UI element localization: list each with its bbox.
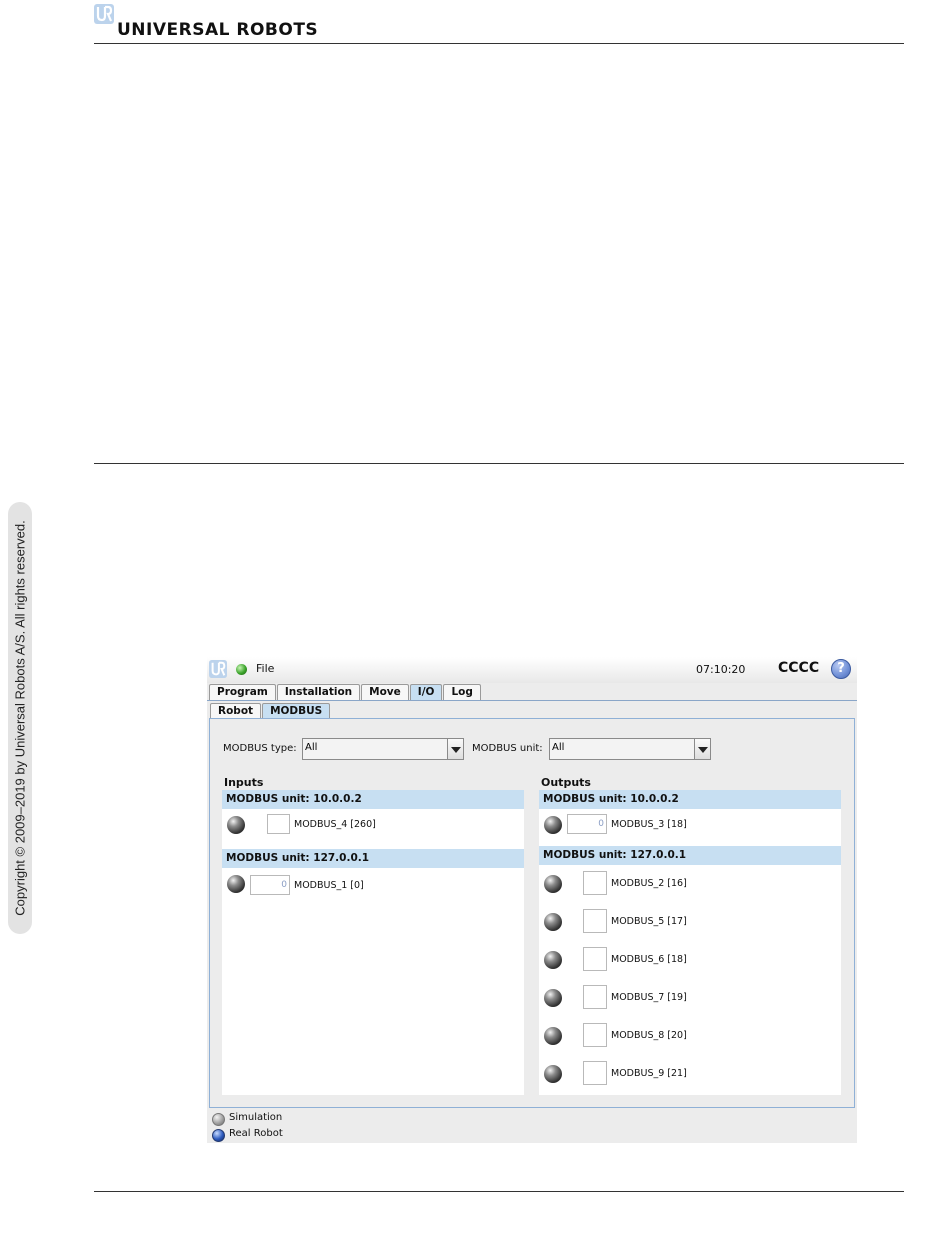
simulation-label: Simulation bbox=[229, 1112, 283, 1123]
output-led-icon[interactable] bbox=[544, 951, 562, 969]
header-rule bbox=[94, 43, 904, 44]
output-value-field[interactable] bbox=[583, 985, 607, 1009]
tab-divider bbox=[207, 700, 857, 701]
simulation-radio-icon[interactable] bbox=[212, 1113, 225, 1126]
tab-modbus[interactable]: MODBUS bbox=[262, 703, 331, 719]
output-led-icon[interactable] bbox=[544, 1065, 562, 1083]
real-robot-label: Real Robot bbox=[229, 1128, 283, 1139]
copyright-tab: Copyright © 2009–2019 by Universal Robot… bbox=[8, 502, 32, 934]
output-value-field[interactable]: 0 bbox=[567, 814, 607, 834]
output-signal-row: MODBUS_2 [16] bbox=[539, 869, 841, 895]
output-led-icon[interactable] bbox=[544, 816, 562, 834]
input-signal-label: MODBUS_1 [0] bbox=[294, 880, 364, 891]
output-led-icon[interactable] bbox=[544, 913, 562, 931]
output-signal-label: MODBUS_2 [16] bbox=[611, 878, 687, 889]
chevron-down-icon[interactable] bbox=[694, 739, 710, 759]
main-tab-bar: Program Installation Move I/O Log bbox=[209, 684, 482, 701]
clock: 07:10:20 bbox=[696, 663, 746, 676]
modbus-unit-value: All bbox=[552, 742, 565, 753]
output-signal-row: 0 MODBUS_3 [18] bbox=[539, 812, 841, 838]
inputs-title: Inputs bbox=[224, 776, 264, 789]
outputs-list: MODBUS unit: 10.0.0.2 0 MODBUS_3 [18] MO… bbox=[539, 790, 841, 1095]
output-signal-label: MODBUS_8 [20] bbox=[611, 1030, 687, 1041]
ur-logo-icon bbox=[209, 660, 227, 678]
input-led-icon bbox=[227, 875, 245, 893]
output-signal-label: MODBUS_7 [19] bbox=[611, 992, 687, 1003]
output-led-icon[interactable] bbox=[544, 1027, 562, 1045]
output-signal-label: MODBUS_5 [17] bbox=[611, 916, 687, 927]
chevron-down-icon[interactable] bbox=[447, 739, 463, 759]
modbus-unit-select[interactable]: All bbox=[549, 738, 711, 760]
output-signal-row: MODBUS_9 [21] bbox=[539, 1059, 841, 1085]
output-signal-label: MODBUS_6 [18] bbox=[611, 954, 687, 965]
modbus-unit-label: MODBUS unit: bbox=[472, 743, 543, 754]
output-unit-header: MODBUS unit: 127.0.0.1 bbox=[539, 846, 841, 865]
robot-status-icon bbox=[236, 664, 247, 675]
footer-rule bbox=[94, 1191, 904, 1192]
output-signal-row: MODBUS_6 [18] bbox=[539, 945, 841, 971]
input-unit-header: MODBUS unit: 127.0.0.1 bbox=[222, 849, 524, 868]
output-signal-row: MODBUS_8 [20] bbox=[539, 1021, 841, 1047]
modbus-type-label: MODBUS type: bbox=[223, 743, 297, 754]
section-rule bbox=[94, 463, 904, 464]
file-menu[interactable]: File bbox=[256, 662, 274, 675]
input-signal-row: MODBUS_4 [260] bbox=[222, 812, 524, 838]
output-value-field[interactable] bbox=[583, 947, 607, 971]
polyscope-window: File 07:10:20 CCCC ? Program Installatio… bbox=[207, 657, 857, 1143]
output-signal-label: MODBUS_3 [18] bbox=[611, 819, 687, 830]
input-value-field[interactable] bbox=[267, 814, 290, 834]
output-unit-header: MODBUS unit: 10.0.0.2 bbox=[539, 790, 841, 809]
input-unit-header: MODBUS unit: 10.0.0.2 bbox=[222, 790, 524, 809]
output-signal-row: MODBUS_5 [17] bbox=[539, 907, 841, 933]
tab-io[interactable]: I/O bbox=[409, 684, 443, 700]
top-bar: File 07:10:20 CCCC ? bbox=[207, 657, 857, 683]
output-value-field[interactable] bbox=[583, 1061, 607, 1085]
output-value-field[interactable] bbox=[583, 1023, 607, 1047]
modbus-panel: MODBUS type: All MODBUS unit: All Inputs… bbox=[209, 718, 855, 1108]
modbus-type-value: All bbox=[305, 742, 318, 753]
output-value-field[interactable] bbox=[583, 871, 607, 895]
brand-name: UNIVERSAL ROBOTS bbox=[117, 20, 319, 40]
input-signal-label: MODBUS_4 [260] bbox=[294, 819, 376, 830]
input-led-icon bbox=[227, 816, 245, 834]
robot-name: CCCC bbox=[778, 660, 820, 676]
output-value-field[interactable] bbox=[583, 909, 607, 933]
real-robot-radio-icon[interactable] bbox=[212, 1129, 225, 1142]
copyright-text: Copyright © 2009–2019 by Universal Robot… bbox=[12, 520, 28, 916]
tab-program[interactable]: Program bbox=[209, 684, 276, 700]
output-led-icon[interactable] bbox=[544, 875, 562, 893]
tab-robot[interactable]: Robot bbox=[210, 703, 262, 719]
input-signal-row: 0 MODBUS_1 [0] bbox=[222, 871, 524, 897]
help-button[interactable]: ? bbox=[831, 659, 851, 679]
outputs-title: Outputs bbox=[541, 776, 591, 789]
tab-log[interactable]: Log bbox=[443, 684, 481, 700]
input-value-field[interactable]: 0 bbox=[250, 875, 290, 895]
modbus-type-select[interactable]: All bbox=[302, 738, 464, 760]
tab-move[interactable]: Move bbox=[361, 684, 409, 700]
inputs-list: MODBUS unit: 10.0.0.2 MODBUS_4 [260] MOD… bbox=[222, 790, 524, 1095]
tab-installation[interactable]: Installation bbox=[276, 684, 361, 700]
universal-robots-logo-icon bbox=[94, 4, 114, 24]
output-signal-row: MODBUS_7 [19] bbox=[539, 983, 841, 1009]
output-signal-label: MODBUS_9 [21] bbox=[611, 1068, 687, 1079]
output-led-icon[interactable] bbox=[544, 989, 562, 1007]
